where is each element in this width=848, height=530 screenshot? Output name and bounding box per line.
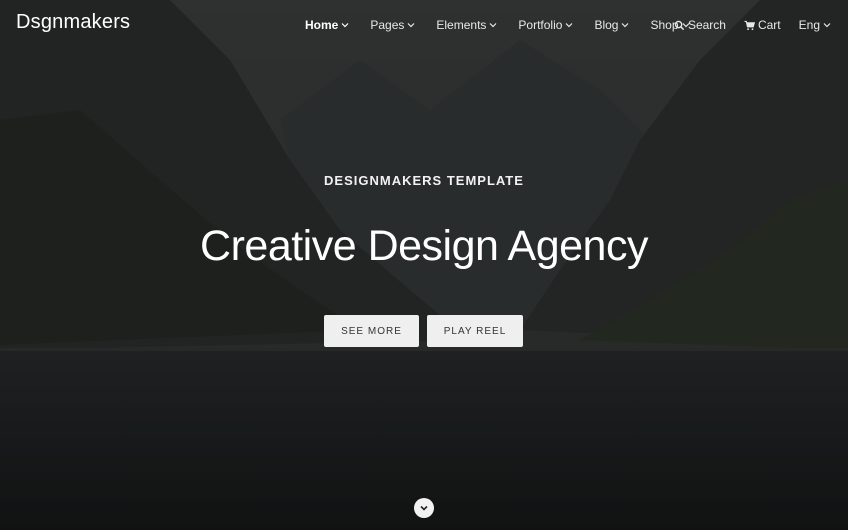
main-menu: Home Pages Elements Portfolio Blog Shop	[305, 18, 711, 32]
nav-item-label: Portfolio	[518, 18, 563, 32]
search-button[interactable]: Search	[674, 18, 726, 32]
scroll-down-button[interactable]	[414, 498, 434, 518]
cart-icon	[744, 20, 755, 30]
hero-title: Creative Design Agency	[200, 222, 648, 270]
site-logo[interactable]: Dsgnmakers	[16, 11, 130, 34]
cart-label: Cart	[757, 18, 781, 32]
search-icon	[674, 20, 685, 30]
top-navigation: Dsgnmakers Home Pages Elements Portfolio…	[0, 0, 848, 52]
nav-item-elements[interactable]: Elements	[436, 18, 498, 32]
play-reel-button[interactable]: PLAY REEL	[427, 315, 523, 347]
language-label: Eng	[798, 18, 820, 32]
header-tools: Search Cart Eng	[656, 18, 832, 32]
cart-button[interactable]: Cart	[744, 18, 781, 32]
chevron-down-icon	[489, 23, 497, 28]
nav-item-label: Home	[305, 18, 339, 32]
chevron-down-icon	[341, 23, 349, 28]
search-label: Search	[687, 18, 726, 32]
chevron-down-icon	[622, 23, 629, 28]
chevron-down-icon	[566, 23, 573, 28]
nav-item-home[interactable]: Home	[305, 18, 350, 32]
nav-item-label: Blog	[594, 18, 619, 32]
scroll-down-icon	[420, 505, 428, 511]
nav-item-pages[interactable]: Pages	[370, 18, 416, 32]
chevron-down-icon	[407, 23, 415, 28]
hero-subtitle: DESIGNMAKERS TEMPLATE	[324, 173, 524, 188]
chevron-down-icon	[823, 23, 831, 28]
nav-item-label: Pages	[370, 18, 405, 32]
nav-item-blog[interactable]: Blog	[594, 18, 630, 32]
nav-item-label: Elements	[436, 18, 487, 32]
see-more-button[interactable]: SEE MORE	[324, 315, 419, 347]
language-selector[interactable]: Eng	[799, 18, 832, 32]
nav-item-portfolio[interactable]: Portfolio	[518, 18, 574, 32]
